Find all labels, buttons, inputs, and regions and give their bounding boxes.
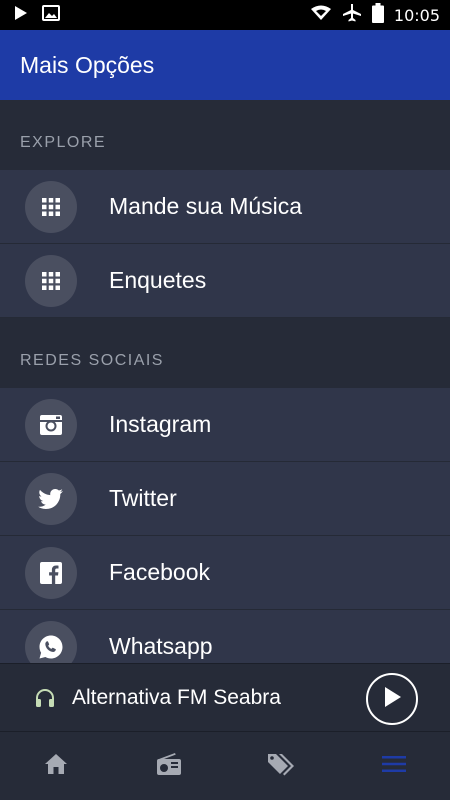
list-item-mande-sua-musica[interactable]: Mande sua Música bbox=[0, 170, 450, 244]
status-time: 10:05 bbox=[393, 5, 440, 25]
airplane-icon bbox=[342, 3, 362, 27]
status-bar: 10:05 bbox=[0, 0, 450, 30]
list-item-label: Facebook bbox=[109, 559, 211, 585]
list-item-enquetes[interactable]: Enquetes bbox=[0, 244, 450, 318]
nav-menu[interactable] bbox=[338, 732, 450, 800]
play-icon bbox=[382, 686, 402, 713]
section-header-redes-sociais: REDES SOCIAIS bbox=[0, 318, 450, 388]
station-name: Alternativa FM Seabra bbox=[72, 685, 281, 709]
tags-icon bbox=[267, 751, 295, 782]
list-item-instagram[interactable]: Instagram bbox=[0, 388, 450, 462]
options-list[interactable]: EXPLORE Mande sua Música Enquetes REDES … bbox=[0, 100, 450, 663]
home-icon bbox=[44, 753, 68, 780]
play-button[interactable] bbox=[366, 673, 418, 725]
bottom-nav bbox=[0, 731, 450, 800]
list-item-facebook[interactable]: Facebook bbox=[0, 536, 450, 610]
list-item-label: Whatsapp bbox=[109, 633, 213, 659]
menu-icon bbox=[381, 755, 406, 778]
battery-icon bbox=[371, 2, 384, 28]
whatsapp-icon bbox=[25, 620, 77, 663]
app-bar: Mais Opções bbox=[0, 30, 450, 100]
list-item-label: Instagram bbox=[109, 411, 212, 437]
play-icon bbox=[14, 5, 28, 26]
facebook-icon bbox=[25, 546, 77, 599]
grid-icon bbox=[25, 180, 77, 233]
list-item-label: Mande sua Música bbox=[109, 193, 303, 219]
headphones-icon bbox=[34, 687, 56, 709]
radio-icon bbox=[156, 752, 182, 781]
list-item-label: Enquetes bbox=[109, 267, 207, 293]
mini-player[interactable]: Alternativa FM Seabra bbox=[0, 663, 450, 731]
section-header-explore: EXPLORE bbox=[0, 100, 450, 170]
nav-radio[interactable] bbox=[113, 732, 226, 800]
nav-home[interactable] bbox=[0, 732, 113, 800]
nav-tags[interactable] bbox=[225, 732, 338, 800]
list-item-whatsapp[interactable]: Whatsapp bbox=[0, 610, 450, 663]
twitter-icon bbox=[25, 472, 77, 525]
wifi-icon bbox=[310, 5, 332, 26]
grid-icon bbox=[25, 254, 77, 307]
list-item-twitter[interactable]: Twitter bbox=[0, 462, 450, 536]
image-icon bbox=[42, 4, 60, 26]
instagram-icon bbox=[25, 398, 77, 451]
list-item-label: Twitter bbox=[109, 485, 177, 511]
page-title: Mais Opções bbox=[20, 51, 155, 78]
